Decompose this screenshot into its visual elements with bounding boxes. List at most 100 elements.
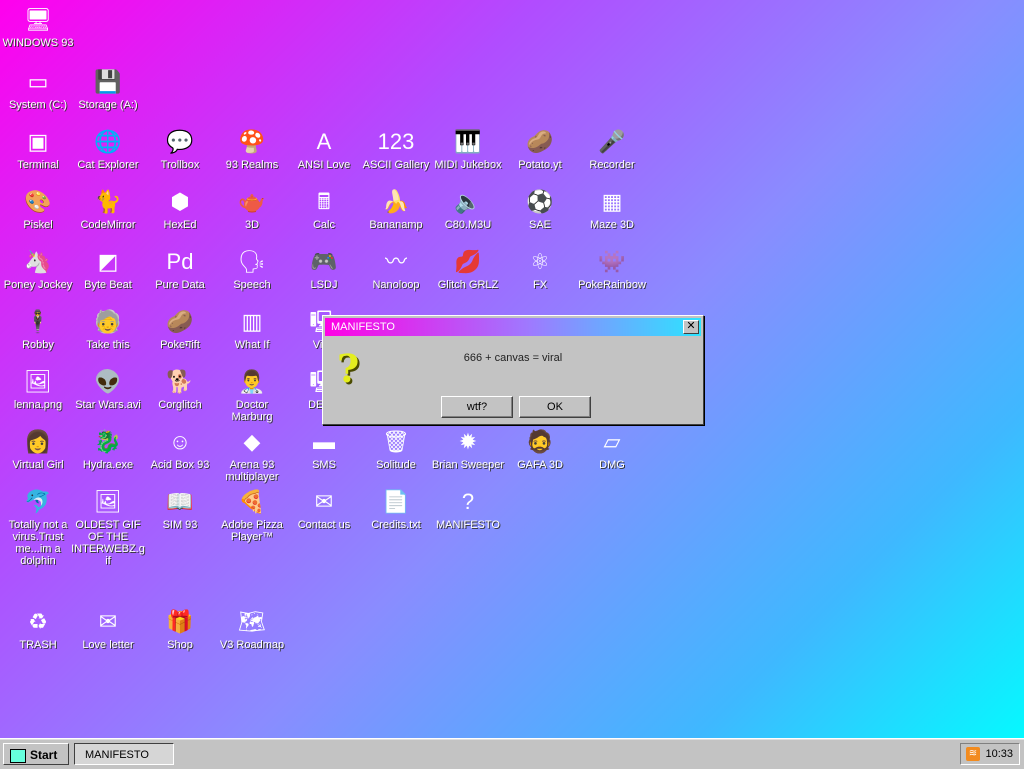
desktop-icon-potato-yt[interactable]: 🥔 Potato.yt xyxy=(502,126,578,171)
desktop-icon-label: Corglitch xyxy=(158,399,202,411)
desktop-icon-byte-beat[interactable]: ◩ Byte Beat xyxy=(70,246,146,291)
desktop-icon-label: Maze 3D xyxy=(589,219,635,231)
desktop-icon-dmg[interactable]: ▱ DMG xyxy=(574,426,650,471)
desktop-icon-3d[interactable]: 🫖 3D xyxy=(214,186,290,231)
desktop-icon-adobe-pizza[interactable]: 🍕 Adobe Pizza Player™ xyxy=(214,486,290,543)
dolphin-icon: 🐬 xyxy=(24,489,52,514)
rss-icon[interactable]: ≋ xyxy=(966,747,980,761)
desktop-icon-pokegift[interactable]: 🥔 Pokeगift xyxy=(142,306,218,351)
desktop-icon-label: C80.M3U xyxy=(444,219,492,231)
lenna-png-icon: 🖼 xyxy=(24,369,52,394)
pokerainbow-icon: 👾 xyxy=(598,249,626,274)
desktop-icon-bananamp[interactable]: 🍌 Bananamp xyxy=(358,186,434,231)
desktop-icon-credits-txt[interactable]: 📄 Credits.txt xyxy=(358,486,434,531)
desktop-icon-oldest-gif[interactable]: 🖼 OLDEST GIF OF THE INTERWEBZ.gif xyxy=(70,486,146,567)
desktop-icon-v3-roadmap[interactable]: 🗺 V3 Roadmap xyxy=(214,606,290,651)
desktop-icon-c80m3u[interactable]: 🔈 C80.M3U xyxy=(430,186,506,231)
desktop-icon-doctor-marburg[interactable]: 👨‍⚕ Doctor Marburg xyxy=(214,366,290,423)
recorder-icon: 🎤 xyxy=(598,129,626,154)
desktop-icon-sae[interactable]: ⚽ SAE xyxy=(502,186,578,231)
desktop-icon-arena-93[interactable]: ◆ Arena 93 multiplayer xyxy=(214,426,290,483)
desktop-icon-contact-us[interactable]: ✉ Contact us xyxy=(286,486,362,531)
desktop-icon-recorder[interactable]: 🎤 Recorder xyxy=(574,126,650,171)
desktop-icon-sms[interactable]: ▬ SMS xyxy=(286,426,362,471)
desktop-icon-robby[interactable]: 🕴 Robby xyxy=(0,306,76,351)
desktop-icon-storage-a[interactable]: 💾 Storage (A:) xyxy=(70,66,146,111)
desktop-icon-label: ANSI Love xyxy=(297,159,351,171)
desktop-icon-pure-data[interactable]: Pd Pure Data xyxy=(142,246,218,291)
desktop-icon-dolphin[interactable]: 🐬 Totally not a virus.Trust me...im a dol… xyxy=(0,486,76,567)
desktop-icon-acid-box-93[interactable]: ☺ Acid Box 93 xyxy=(142,426,218,471)
desktop-icon-what-if[interactable]: ▥ What If xyxy=(214,306,290,351)
desktop-icon-codemirror[interactable]: 🐈 CodeMirror xyxy=(70,186,146,231)
desktop-icon-label: SAE xyxy=(528,219,551,231)
desktop-icon-label: Terminal xyxy=(17,159,59,171)
wtf-button[interactable]: wtf? xyxy=(441,396,513,418)
desktop-icon-fx[interactable]: ⚛ FX xyxy=(502,246,578,291)
calc-icon: 🖩 xyxy=(317,189,331,214)
desktop-icon-midi-jukebox[interactable]: 🎹 MIDI Jukebox xyxy=(430,126,506,171)
taskbar-item-manifesto[interactable]: MANIFESTO xyxy=(74,743,174,765)
dialog-title: MANIFESTO xyxy=(331,321,395,333)
ok-button[interactable]: OK xyxy=(519,396,591,418)
desktop-icon-lsdj[interactable]: 🎮 LSDJ xyxy=(286,246,362,291)
desktop-icon-nanoloop[interactable]: 〰 Nanoloop xyxy=(358,246,434,291)
desktop-icon-piskel[interactable]: 🎨 Piskel xyxy=(0,186,76,231)
desktop-icon-solitude[interactable]: 🗑 Solitude xyxy=(358,426,434,471)
desktop-icon-label: Pure Data xyxy=(155,279,205,291)
desktop-icon-star-wars-avi[interactable]: 👽 Star Wars.avi xyxy=(70,366,146,411)
credits-txt-icon: 📄 xyxy=(382,489,410,514)
desktop-icon-label: Recorder xyxy=(589,159,635,171)
desktop-icon-glitch-grlz[interactable]: 💋 Glitch GRLZ xyxy=(430,246,506,291)
start-button[interactable]: Start xyxy=(3,743,69,765)
sae-icon: ⚽ xyxy=(526,189,554,214)
pokegift-icon: 🥔 xyxy=(166,309,194,334)
desktop-icon-calc[interactable]: 🖩 Calc xyxy=(286,186,362,231)
desktop-icon-ascii-gallery[interactable]: 123 ASCII Gallery xyxy=(358,126,434,171)
desktop-icon-system-c[interactable]: ▭ System (C:) xyxy=(0,66,76,111)
desktop-icon-maze-3d[interactable]: ▦ Maze 3D xyxy=(574,186,650,231)
clock: 10:33 xyxy=(985,748,1013,760)
desktop-icon-ansi-love[interactable]: A ANSI Love xyxy=(286,126,362,171)
corglitch-icon: 🐕 xyxy=(166,369,194,394)
desktop-icon-trash[interactable]: ♻ TRASH xyxy=(0,606,76,651)
desktop-icon-lenna-png[interactable]: 🖼 lenna.png xyxy=(0,366,76,411)
desktop-icon-gafa-3d[interactable]: 🧔 GAFA 3D xyxy=(502,426,578,471)
start-icon xyxy=(10,748,26,763)
desktop-icon-sim-93[interactable]: 📖 SIM 93 xyxy=(142,486,218,531)
desktop-icon-hexed[interactable]: ⬢ HexEd xyxy=(142,186,218,231)
arena-93-icon: ◆ xyxy=(243,429,261,454)
desktop-icon-label: ASCII Gallery xyxy=(362,159,430,171)
desktop-icon-trollbox[interactable]: 💬 Trollbox xyxy=(142,126,218,171)
desktop-icon-corglitch[interactable]: 🐕 Corglitch xyxy=(142,366,218,411)
desktop-icon-take-this[interactable]: 🧓 Take this xyxy=(70,306,146,351)
desktop-icon-label: Calc xyxy=(312,219,335,231)
desktop-icon-label: Cat Explorer xyxy=(77,159,139,171)
system-c-icon: ▭ xyxy=(27,69,49,94)
desktop-icon-cat-explorer[interactable]: 🌐 Cat Explorer xyxy=(70,126,146,171)
codemirror-icon: 🐈 xyxy=(94,189,122,214)
desktop-icon-windows93[interactable]: 🖥 WINDOWS 93 xyxy=(0,4,76,49)
ascii-gallery-icon: 123 xyxy=(377,129,415,154)
desktop-icon-speech[interactable]: 🗣 Speech xyxy=(214,246,290,291)
desktop-icon-93-realms[interactable]: 🍄 93 Realms xyxy=(214,126,290,171)
desktop-icon-label: What If xyxy=(234,339,270,351)
desktop-icon-terminal[interactable]: ▣ Terminal xyxy=(0,126,76,171)
desktop-icon-label: Arena 93 multiplayer xyxy=(225,459,279,483)
desktop-icon-manifesto[interactable]: ? MANIFESTO xyxy=(430,486,506,531)
close-icon[interactable]: ✕ xyxy=(683,320,699,334)
start-label: Start xyxy=(30,748,58,762)
maze-3d-icon: ▦ xyxy=(601,189,623,214)
desktop-icon-brian-sweeper[interactable]: ✹ Brian Sweeper xyxy=(430,426,506,471)
desktop-icon-hydra-exe[interactable]: 🐉 Hydra.exe xyxy=(70,426,146,471)
desktop-icon-label: V3 Roadmap xyxy=(219,639,285,651)
desktop-icon-shop[interactable]: 🎁 Shop xyxy=(142,606,218,651)
desktop-icon-poney-jockey[interactable]: 🦄 Poney Jockey xyxy=(0,246,76,291)
dialog-titlebar[interactable]: MANIFESTO ✕ xyxy=(325,318,701,336)
desktop-icon-label: Hydra.exe xyxy=(82,459,134,471)
dialog-message: 666 + canvas = viral xyxy=(463,352,563,364)
brian-sweeper-icon: ✹ xyxy=(458,429,478,454)
desktop-icon-virtual-girl[interactable]: 👩 Virtual Girl xyxy=(0,426,76,471)
desktop-icon-love-letter[interactable]: ✉ Love letter xyxy=(70,606,146,651)
desktop-icon-pokerainbow[interactable]: 👾 PokeRainbow xyxy=(574,246,650,291)
